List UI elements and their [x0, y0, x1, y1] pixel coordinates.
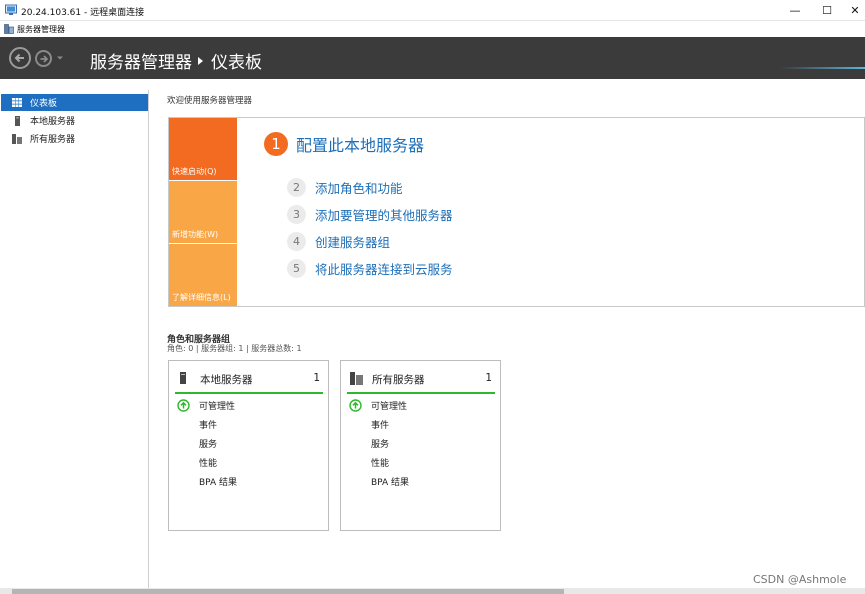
- header-accent-line: [780, 67, 865, 69]
- step-label: 创建服务器组: [315, 232, 390, 251]
- card-row-manageability[interactable]: 可管理性: [199, 399, 235, 412]
- card-row-events[interactable]: 事件: [371, 418, 389, 431]
- card-row-performance[interactable]: 性能: [371, 456, 389, 469]
- tile-label: 新增功能(W): [172, 229, 218, 240]
- add-servers-link[interactable]: 3 添加要管理的其他服务器: [287, 205, 453, 224]
- sidebar-item-local-server[interactable]: 本地服务器: [1, 112, 148, 129]
- step-number: 3: [287, 205, 306, 224]
- configure-local-server-link[interactable]: 1 配置此本地服务器: [264, 132, 424, 156]
- scrollbar-thumb[interactable]: [12, 589, 564, 594]
- step-label: 配置此本地服务器: [296, 132, 424, 156]
- close-icon: ✕: [850, 4, 859, 17]
- tile-learn-more[interactable]: 了解详细信息(L): [169, 244, 237, 306]
- card-row-services[interactable]: 服务: [371, 437, 389, 450]
- arrow-right-icon: [39, 54, 49, 64]
- card-row-performance[interactable]: 性能: [199, 456, 217, 469]
- servers-icon: [350, 372, 363, 385]
- step-number: 5: [287, 259, 306, 278]
- server-icon: [180, 372, 186, 384]
- horizontal-scrollbar[interactable]: [0, 588, 865, 594]
- tile-label: 快速启动(Q): [172, 166, 217, 177]
- sidebar-item-label: 所有服务器: [30, 132, 75, 145]
- connect-cloud-link[interactable]: 5 将此服务器连接到云服务: [287, 259, 453, 278]
- breadcrumb: 服务器管理器仪表板: [90, 48, 262, 73]
- card-row-bpa[interactable]: BPA 结果: [199, 475, 237, 488]
- minimize-icon: —: [790, 4, 801, 17]
- card-header[interactable]: 本地服务器 1: [169, 361, 328, 394]
- status-up-icon: [349, 399, 362, 412]
- watermark: CSDN @Ashmole: [753, 573, 846, 586]
- roles-summary: 角色: 0 | 服务器组: 1 | 服务器总数: 1: [167, 343, 302, 354]
- step-label: 添加要管理的其他服务器: [315, 205, 453, 224]
- sidebar-item-all-servers[interactable]: 所有服务器: [1, 130, 148, 147]
- breadcrumb-separator-icon: [198, 57, 203, 65]
- header-bar: 服务器管理器仪表板: [0, 37, 865, 79]
- card-row-bpa[interactable]: BPA 结果: [371, 475, 409, 488]
- server-icon: [12, 116, 22, 126]
- app-title-bar: 服务器管理器: [0, 21, 865, 37]
- chevron-down-icon[interactable]: [56, 54, 64, 62]
- tile-label: 了解详细信息(L): [172, 292, 231, 303]
- tile-whats-new[interactable]: 新增功能(W): [169, 181, 237, 243]
- card-row-manageability[interactable]: 可管理性: [371, 399, 407, 412]
- app-title: 服务器管理器: [17, 24, 65, 35]
- card-row-events[interactable]: 事件: [199, 418, 217, 431]
- card-count: 1: [313, 372, 320, 384]
- breadcrumb-root[interactable]: 服务器管理器: [90, 53, 192, 73]
- step-number: 1: [264, 132, 288, 156]
- sidebar-item-label: 本地服务器: [30, 114, 75, 127]
- rdp-window-title: 20.24.103.61 - 远程桌面连接: [21, 5, 144, 18]
- sidebar-item-label: 仪表板: [30, 96, 57, 109]
- tile-quick-start[interactable]: 快速启动(Q): [169, 118, 237, 180]
- sidebar: 仪表板 本地服务器 所有服务器: [0, 90, 149, 594]
- arrow-left-icon: [14, 52, 26, 64]
- server-card-local: 本地服务器 1 可管理性 事件 服务 性能 BPA 结果: [168, 360, 329, 531]
- card-row-services[interactable]: 服务: [199, 437, 217, 450]
- card-title: 本地服务器: [200, 372, 253, 387]
- back-button[interactable]: [9, 47, 31, 69]
- card-title: 所有服务器: [372, 372, 425, 387]
- dashboard-icon: [12, 98, 22, 108]
- servers-icon: [12, 134, 22, 144]
- card-header[interactable]: 所有服务器 1: [341, 361, 500, 394]
- minimize-button[interactable]: —: [780, 0, 810, 21]
- quick-start-panel: 快速启动(Q) 新增功能(W) 了解详细信息(L) 1 配置此本地服务器 2 添…: [168, 117, 865, 307]
- step-label: 添加角色和功能: [315, 178, 403, 197]
- remote-desktop-icon: [5, 4, 17, 16]
- add-roles-link[interactable]: 2 添加角色和功能: [287, 178, 403, 197]
- step-label: 将此服务器连接到云服务: [315, 259, 453, 278]
- step-number: 4: [287, 232, 306, 251]
- welcome-heading: 欢迎使用服务器管理器: [167, 94, 252, 106]
- maximize-icon: ☐: [822, 4, 832, 17]
- server-card-all: 所有服务器 1 可管理性 事件 服务 性能 BPA 结果: [340, 360, 501, 531]
- status-line: [347, 392, 495, 394]
- status-up-icon: [177, 399, 190, 412]
- close-button[interactable]: ✕: [840, 0, 865, 21]
- rdp-title-bar: 20.24.103.61 - 远程桌面连接 — ☐ ✕: [0, 0, 865, 21]
- sidebar-item-dashboard[interactable]: 仪表板: [1, 94, 148, 111]
- forward-button[interactable]: [35, 50, 52, 67]
- breadcrumb-current: 仪表板: [211, 53, 262, 73]
- status-line: [175, 392, 323, 394]
- server-manager-icon: [4, 24, 14, 34]
- create-server-group-link[interactable]: 4 创建服务器组: [287, 232, 390, 251]
- maximize-button[interactable]: ☐: [812, 0, 842, 21]
- step-number: 2: [287, 178, 306, 197]
- card-count: 1: [485, 372, 492, 384]
